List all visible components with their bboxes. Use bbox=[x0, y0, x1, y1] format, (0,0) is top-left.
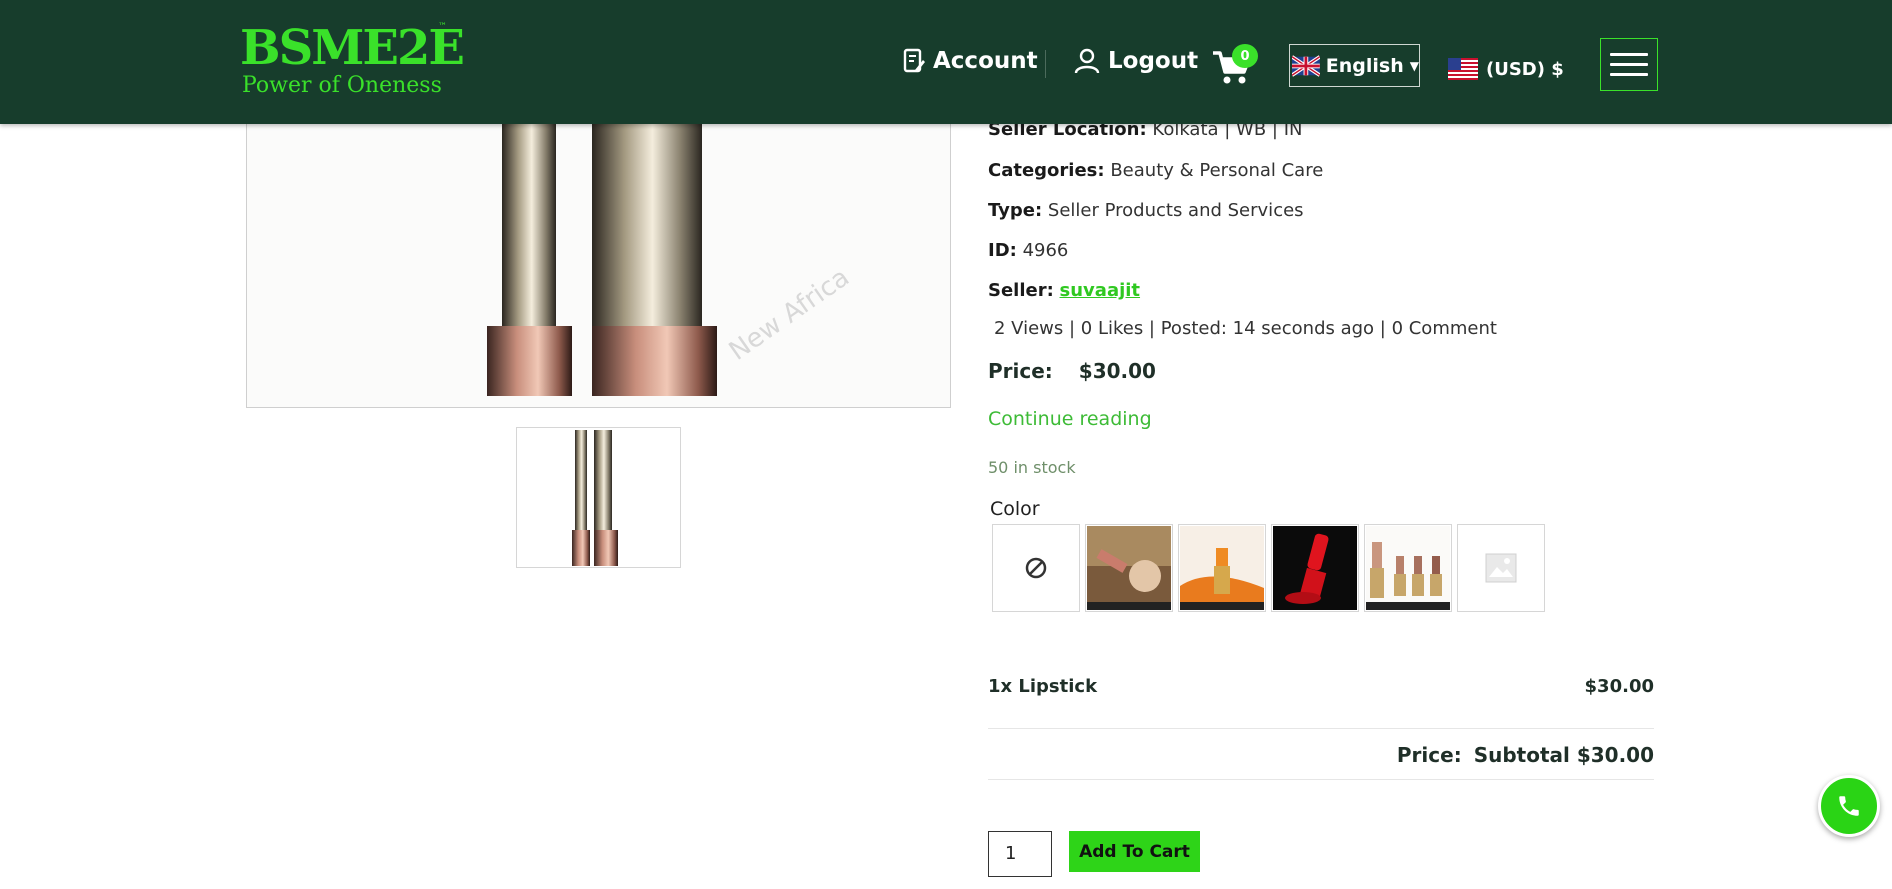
divider bbox=[988, 779, 1654, 780]
seller-label: Seller: bbox=[988, 280, 1054, 301]
language-label: English bbox=[1325, 54, 1404, 77]
type-row: Type: Seller Products and Services bbox=[988, 200, 1304, 221]
language-select[interactable]: English ▼ bbox=[1289, 44, 1420, 87]
cart-button[interactable]: 0 bbox=[1212, 44, 1258, 84]
nav-divider bbox=[1045, 50, 1046, 78]
stock-status: 50 in stock bbox=[988, 458, 1076, 477]
currency-label: (USD) $ bbox=[1486, 58, 1564, 80]
type-label: Type: bbox=[988, 200, 1043, 221]
swatch-lipstick-nude[interactable] bbox=[1364, 524, 1452, 612]
categories-value: Beauty & Personal Care bbox=[1110, 160, 1324, 181]
cart-count-badge: 0 bbox=[1232, 44, 1258, 68]
lipstick-gold-image bbox=[1087, 526, 1171, 610]
lipstick-red-image bbox=[1273, 526, 1357, 610]
swatch-lipstick-gold[interactable] bbox=[1085, 524, 1173, 612]
categories-row: Categories: Beauty & Personal Care bbox=[988, 160, 1323, 181]
id-label: ID: bbox=[988, 240, 1017, 261]
swatch-placeholder[interactable] bbox=[1457, 524, 1545, 612]
site-logo[interactable]: BSME2E ™ Power of Oneness bbox=[240, 20, 465, 98]
subtotal-value: Subtotal $30.00 bbox=[1473, 743, 1654, 767]
color-label: Color bbox=[990, 498, 1040, 520]
account-label: Account bbox=[933, 48, 1038, 74]
price-value: $30.00 bbox=[1078, 359, 1156, 383]
image-placeholder-icon bbox=[1485, 553, 1517, 583]
uk-flag-icon bbox=[1292, 54, 1320, 77]
color-swatches bbox=[992, 524, 1545, 612]
add-to-cart-button[interactable]: Add To Cart bbox=[1069, 831, 1200, 872]
logo-wordmark: BSME2E bbox=[240, 20, 465, 76]
chevron-down-icon: ▼ bbox=[1409, 58, 1419, 73]
menu-line-icon bbox=[1610, 73, 1648, 76]
lipstick-thumbnail-image bbox=[517, 428, 680, 567]
logout-link[interactable]: Logout bbox=[1074, 48, 1198, 74]
none-swatch[interactable] bbox=[992, 524, 1080, 612]
hamburger-menu-button[interactable] bbox=[1600, 38, 1658, 91]
swatch-lipstick-orange[interactable] bbox=[1178, 524, 1266, 612]
logout-label: Logout bbox=[1108, 48, 1199, 74]
subtotal-row: Price: Subtotal $30.00 bbox=[988, 743, 1654, 767]
phone-icon bbox=[1839, 796, 1859, 816]
quantity-input[interactable]: 1 bbox=[988, 831, 1052, 877]
product-stats: 2 Views | 0 Likes | Posted: 14 seconds a… bbox=[994, 318, 1497, 339]
logo-tagline: Power of Oneness bbox=[242, 73, 442, 98]
categories-label: Categories: bbox=[988, 160, 1105, 181]
swatch-lipstick-red[interactable] bbox=[1271, 524, 1359, 612]
site-header: BSME2E ™ Power of Oneness Account Logout… bbox=[0, 0, 1892, 124]
line-item-name: 1x Lipstick bbox=[988, 676, 1098, 697]
user-icon bbox=[1074, 48, 1100, 74]
line-item-price: $30.00 bbox=[1584, 676, 1654, 697]
seller-row: Seller: suvaajit bbox=[988, 280, 1140, 301]
id-row: ID: 4966 bbox=[988, 240, 1068, 261]
continue-reading-link[interactable]: Continue reading bbox=[988, 408, 1152, 430]
price-row: Price: $30.00 bbox=[988, 359, 1156, 383]
price-label: Price: bbox=[988, 359, 1053, 383]
order-line-item: 1x Lipstick $30.00 bbox=[988, 676, 1654, 697]
account-edit-icon bbox=[903, 48, 925, 74]
menu-line-icon bbox=[1610, 53, 1648, 56]
currency-select[interactable]: (USD) $ bbox=[1448, 58, 1564, 80]
id-value: 4966 bbox=[1022, 240, 1069, 261]
no-selection-icon bbox=[1025, 557, 1047, 579]
seller-link[interactable]: suvaajit bbox=[1060, 280, 1141, 301]
logo-trademark: ™ bbox=[438, 22, 447, 32]
us-flag-icon bbox=[1448, 58, 1478, 80]
product-thumbnail[interactable] bbox=[516, 427, 681, 568]
lipstick-orange-image bbox=[1180, 526, 1264, 610]
lipstick-nude-image bbox=[1366, 526, 1450, 610]
divider bbox=[988, 728, 1654, 729]
subtotal-price-label: Price: bbox=[1396, 743, 1462, 767]
menu-line-icon bbox=[1610, 63, 1648, 66]
call-button[interactable] bbox=[1818, 775, 1880, 837]
account-link[interactable]: Account bbox=[903, 48, 1038, 74]
type-value: Seller Products and Services bbox=[1047, 200, 1304, 221]
